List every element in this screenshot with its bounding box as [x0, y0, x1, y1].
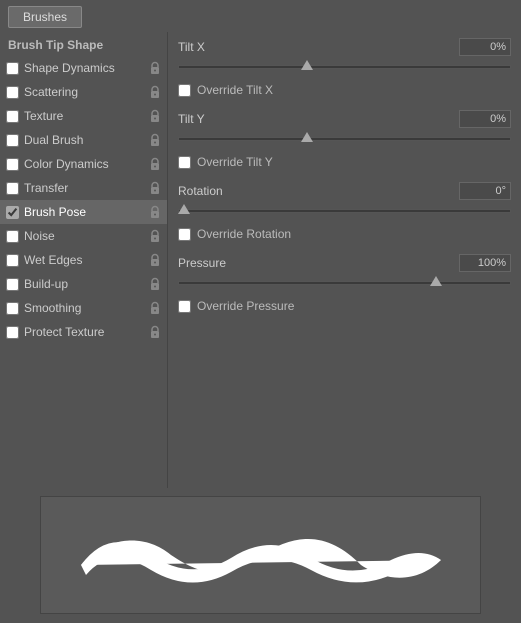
sidebar-item-shape-dynamics[interactable]: Shape Dynamics	[0, 56, 167, 80]
sidebar-item-noise[interactable]: Noise	[0, 224, 167, 248]
slider-tilt-x[interactable]	[178, 60, 511, 74]
sidebar-item-brush-pose[interactable]: Brush Pose	[0, 200, 167, 224]
sidebar-checkbox-brush-pose[interactable]	[6, 206, 19, 219]
lock-icon-dual-brush	[149, 133, 161, 147]
slider-thumb-rotation	[178, 204, 190, 214]
override-checkbox-rotation[interactable]	[178, 228, 191, 241]
lock-icon-wet-edges	[149, 253, 161, 267]
sidebar-label-texture: Texture	[24, 109, 149, 123]
control-value-tilt-x[interactable]	[459, 38, 511, 56]
override-checkbox-pressure[interactable]	[178, 300, 191, 313]
control-row-pressure: Pressure	[178, 252, 511, 274]
brush-preview-box	[40, 496, 481, 614]
control-value-tilt-y[interactable]	[459, 110, 511, 128]
sidebar-item-color-dynamics[interactable]: Color Dynamics	[0, 152, 167, 176]
sidebar-checkbox-dual-brush[interactable]	[6, 134, 19, 147]
control-value-rotation[interactable]	[459, 182, 511, 200]
sidebar-item-protect-texture[interactable]: Protect Texture	[0, 320, 167, 344]
sidebar-label-smoothing: Smoothing	[24, 301, 149, 315]
lock-icon-transfer	[149, 181, 161, 195]
bottom-section	[0, 488, 521, 623]
sidebar-checkbox-texture[interactable]	[6, 110, 19, 123]
slider-track-rotation	[178, 209, 511, 213]
slider-track-tilt-x	[178, 65, 511, 69]
sidebar-items-container: Shape Dynamics Scattering Texture Dual B…	[0, 56, 167, 344]
lock-icon-protect-texture	[149, 325, 161, 339]
sidebar-item-wet-edges[interactable]: Wet Edges	[0, 248, 167, 272]
lock-icon-texture	[149, 109, 161, 123]
override-row-tilt-y: Override Tilt Y	[178, 152, 511, 172]
sidebar-checkbox-shape-dynamics[interactable]	[6, 62, 19, 75]
slider-pressure[interactable]	[178, 276, 511, 290]
sidebar-item-scattering[interactable]: Scattering	[0, 80, 167, 104]
sidebar-label-shape-dynamics: Shape Dynamics	[24, 61, 149, 75]
slider-tilt-y[interactable]	[178, 132, 511, 146]
override-row-tilt-x: Override Tilt X	[178, 80, 511, 100]
override-label-pressure: Override Pressure	[197, 299, 294, 313]
brushes-button[interactable]: Brushes	[8, 6, 82, 28]
override-label-tilt-x: Override Tilt X	[197, 83, 273, 97]
sidebar-checkbox-noise[interactable]	[6, 230, 19, 243]
sidebar-label-dual-brush: Dual Brush	[24, 133, 149, 147]
sidebar-label-color-dynamics: Color Dynamics	[24, 157, 149, 171]
slider-thumb-tilt-x	[301, 60, 313, 70]
sidebar-label-transfer: Transfer	[24, 181, 149, 195]
slider-rotation[interactable]	[178, 204, 511, 218]
sidebar-checkbox-smoothing[interactable]	[6, 302, 19, 315]
controls-container: Tilt X Override Tilt X Tilt Y Override Tilt…	[178, 36, 511, 316]
sidebar-checkbox-protect-texture[interactable]	[6, 326, 19, 339]
sidebar-item-smoothing[interactable]: Smoothing	[0, 296, 167, 320]
slider-track-tilt-y	[178, 137, 511, 141]
slider-thumb-tilt-y	[301, 132, 313, 142]
sidebar-label-wet-edges: Wet Edges	[24, 253, 149, 267]
sidebar-label-scattering: Scattering	[24, 85, 149, 99]
lock-icon-color-dynamics	[149, 157, 161, 171]
sidebar-checkbox-build-up[interactable]	[6, 278, 19, 291]
sidebar-section-title: Brush Tip Shape	[0, 34, 167, 56]
slider-track-pressure	[178, 281, 511, 285]
lock-icon-noise	[149, 229, 161, 243]
sidebar-checkbox-color-dynamics[interactable]	[6, 158, 19, 171]
lock-icon-shape-dynamics	[149, 61, 161, 75]
control-label-pressure: Pressure	[178, 256, 268, 270]
sidebar-label-brush-pose: Brush Pose	[24, 205, 149, 219]
override-label-tilt-y: Override Tilt Y	[197, 155, 273, 169]
override-row-pressure: Override Pressure	[178, 296, 511, 316]
override-checkbox-tilt-y[interactable]	[178, 156, 191, 169]
lock-icon-smoothing	[149, 301, 161, 315]
slider-thumb-pressure	[430, 276, 442, 286]
sidebar-item-dual-brush[interactable]: Dual Brush	[0, 128, 167, 152]
sidebar-item-texture[interactable]: Texture	[0, 104, 167, 128]
override-label-rotation: Override Rotation	[197, 227, 291, 241]
lock-icon-scattering	[149, 85, 161, 99]
override-checkbox-tilt-x[interactable]	[178, 84, 191, 97]
sidebar-checkbox-wet-edges[interactable]	[6, 254, 19, 267]
lock-icon-build-up	[149, 277, 161, 291]
sidebar-label-build-up: Build-up	[24, 277, 149, 291]
sidebar-label-noise: Noise	[24, 229, 149, 243]
control-row-tilt-x: Tilt X	[178, 36, 511, 58]
lock-icon-brush-pose	[149, 205, 161, 219]
top-bar: Brushes	[0, 0, 521, 32]
control-value-pressure[interactable]	[459, 254, 511, 272]
control-label-tilt-x: Tilt X	[178, 40, 268, 54]
sidebar-item-transfer[interactable]: Transfer	[0, 176, 167, 200]
control-label-rotation: Rotation	[178, 184, 268, 198]
sidebar-checkbox-scattering[interactable]	[6, 86, 19, 99]
sidebar-label-protect-texture: Protect Texture	[24, 325, 149, 339]
sidebar-checkbox-transfer[interactable]	[6, 182, 19, 195]
brush-stroke-svg	[61, 510, 461, 600]
control-label-tilt-y: Tilt Y	[178, 112, 268, 126]
control-row-tilt-y: Tilt Y	[178, 108, 511, 130]
override-row-rotation: Override Rotation	[178, 224, 511, 244]
sidebar-item-build-up[interactable]: Build-up	[0, 272, 167, 296]
control-row-rotation: Rotation	[178, 180, 511, 202]
